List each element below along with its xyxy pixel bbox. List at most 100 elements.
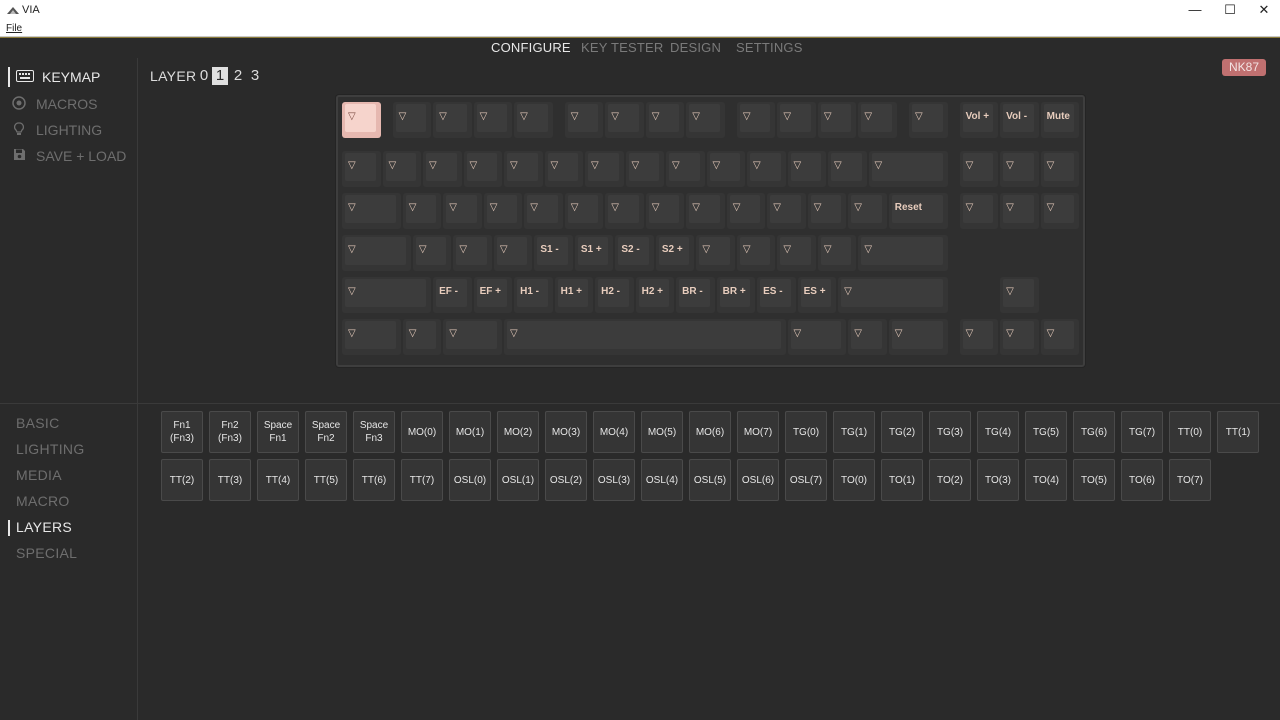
palette-keycode-button[interactable]: Space Fn2 (305, 411, 347, 453)
palette-keycode-button[interactable]: OSL(5) (689, 459, 731, 501)
palette-keycode-button[interactable]: Fn1 (Fn3) (161, 411, 203, 453)
keyboard-key[interactable]: ▽ (1040, 151, 1080, 187)
keyboard-key[interactable]: ▽ (342, 151, 381, 187)
tab-key-tester[interactable]: KEY TESTER (581, 40, 663, 55)
category-media[interactable]: MEDIA (16, 467, 62, 483)
keyboard-key[interactable]: ▽ (666, 151, 705, 187)
palette-keycode-button[interactable]: MO(5) (641, 411, 683, 453)
palette-keycode-button[interactable]: TT(3) (209, 459, 251, 501)
keyboard-key[interactable]: ▽ (504, 319, 786, 355)
keyboard-key[interactable]: ▽ (402, 193, 442, 229)
keyboard-key[interactable]: ▽ (443, 319, 502, 355)
palette-keycode-button[interactable]: OSL(2) (545, 459, 587, 501)
keyboard-key[interactable]: ▽ (382, 151, 421, 187)
keyboard-key[interactable]: ▽ (736, 102, 776, 138)
keyboard-key[interactable]: ▽ (342, 235, 411, 271)
keyboard-key[interactable]: Reset (888, 193, 948, 229)
category-layers[interactable]: LAYERS (16, 519, 72, 535)
maximize-button[interactable]: ☐ (1212, 0, 1248, 22)
keyboard-key[interactable]: ▽ (605, 193, 644, 229)
keyboard-key[interactable]: Mute (1040, 102, 1080, 138)
keyboard-key[interactable]: ▽ (858, 102, 897, 138)
palette-keycode-button[interactable]: TG(4) (977, 411, 1019, 453)
tab-design[interactable]: DESIGN (670, 40, 721, 55)
keyboard-key[interactable]: Vol + (959, 102, 999, 138)
keyboard-key[interactable]: ▽ (817, 102, 857, 138)
keyboard-key[interactable]: ▽ (483, 193, 523, 229)
keyboard-key[interactable]: ES - (757, 277, 796, 313)
keyboard-key[interactable]: ▽ (959, 151, 999, 187)
palette-keycode-button[interactable]: TG(2) (881, 411, 923, 453)
keyboard-key[interactable]: ▽ (959, 319, 999, 355)
palette-keycode-button[interactable]: TG(1) (833, 411, 875, 453)
keyboard-key[interactable]: ▽ (686, 193, 725, 229)
palette-keycode-button[interactable]: TO(0) (833, 459, 875, 501)
palette-keycode-button[interactable]: TG(6) (1073, 411, 1115, 453)
palette-keycode-button[interactable]: TT(5) (305, 459, 347, 501)
keyboard-key[interactable]: ▽ (726, 193, 766, 229)
category-basic[interactable]: BASIC (16, 415, 60, 431)
close-button[interactable]: ✕ (1246, 0, 1280, 22)
keyboard-key[interactable]: H2 + (635, 277, 675, 313)
keyboard-key[interactable]: ▽ (423, 151, 462, 187)
palette-keycode-button[interactable]: OSL(4) (641, 459, 683, 501)
keyboard-key[interactable]: Vol - (1000, 102, 1039, 138)
palette-keycode-button[interactable]: TG(0) (785, 411, 827, 453)
tab-configure[interactable]: CONFIGURE (491, 40, 571, 55)
keyboard-key[interactable]: ▽ (342, 277, 432, 313)
palette-keycode-button[interactable]: TT(7) (401, 459, 443, 501)
palette-keycode-button[interactable]: OSL(7) (785, 459, 827, 501)
keyboard-key[interactable]: ▽ (767, 193, 806, 229)
category-lighting[interactable]: LIGHTING (16, 441, 85, 457)
keyboard-key[interactable]: H1 - (514, 277, 553, 313)
keyboard-key[interactable]: ▽ (787, 151, 826, 187)
keyboard-key[interactable]: S1 - (534, 235, 573, 271)
palette-keycode-button[interactable]: OSL(6) (737, 459, 779, 501)
palette-keycode-button[interactable]: TO(4) (1025, 459, 1067, 501)
palette-keycode-button[interactable]: MO(6) (689, 411, 731, 453)
keyboard-key[interactable]: ▽ (777, 235, 816, 271)
keyboard-key[interactable]: ▽ (564, 102, 604, 138)
keyboard-key[interactable]: ▽ (1000, 193, 1039, 229)
keyboard-key[interactable]: ▽ (736, 235, 776, 271)
keyboard-key[interactable]: ▽ (524, 193, 563, 229)
palette-keycode-button[interactable]: TO(6) (1121, 459, 1163, 501)
keyboard-key[interactable]: S2 + (655, 235, 695, 271)
palette-keycode-button[interactable]: TT(2) (161, 459, 203, 501)
sidebar-item-lighting[interactable]: LIGHTING (8, 120, 102, 140)
palette-keycode-button[interactable]: TT(0) (1169, 411, 1211, 453)
palette-keycode-button[interactable]: TO(2) (929, 459, 971, 501)
keyboard-key[interactable]: ▽ (645, 193, 685, 229)
keyboard-key[interactable]: ▽ (605, 102, 644, 138)
keyboard-key[interactable]: ▽ (392, 102, 432, 138)
sidebar-item-save-load[interactable]: SAVE + LOAD (8, 146, 126, 166)
keyboard-key[interactable]: H2 - (595, 277, 634, 313)
keyboard-key[interactable]: ▽ (1000, 319, 1039, 355)
palette-keycode-button[interactable]: MO(4) (593, 411, 635, 453)
keyboard-key[interactable]: ▽ (888, 319, 948, 355)
keyboard-key[interactable]: ▽ (402, 319, 442, 355)
keyboard-key[interactable]: ▽ (585, 151, 624, 187)
keyboard-key[interactable]: ▽ (473, 102, 513, 138)
palette-keycode-button[interactable]: Space Fn3 (353, 411, 395, 453)
keyboard-key[interactable]: S1 + (574, 235, 614, 271)
keyboard-key[interactable]: ▽ (686, 102, 725, 138)
palette-keycode-button[interactable]: TT(4) (257, 459, 299, 501)
keyboard-key[interactable]: ▽ (747, 151, 786, 187)
keyboard-key[interactable]: ▽ (959, 193, 999, 229)
keyboard-key[interactable]: H1 + (554, 277, 594, 313)
category-special[interactable]: SPECIAL (16, 545, 77, 561)
palette-keycode-button[interactable]: TO(7) (1169, 459, 1211, 501)
palette-keycode-button[interactable]: TT(6) (353, 459, 395, 501)
keyboard-key[interactable]: ▽ (909, 102, 948, 138)
tab-settings[interactable]: SETTINGS (736, 40, 803, 55)
keyboard-key[interactable]: ▽ (412, 235, 452, 271)
keyboard-key[interactable]: ▽ (342, 193, 401, 229)
keyboard-key[interactable]: ▽ (858, 235, 948, 271)
keyboard-key[interactable]: ▽ (868, 151, 948, 187)
keyboard-key[interactable]: S2 - (615, 235, 654, 271)
layer-1-button[interactable]: 1 (212, 67, 228, 85)
sidebar-item-keymap[interactable]: KEYMAP (8, 67, 100, 87)
palette-keycode-button[interactable]: OSL(1) (497, 459, 539, 501)
palette-keycode-button[interactable]: TT(1) (1217, 411, 1259, 453)
